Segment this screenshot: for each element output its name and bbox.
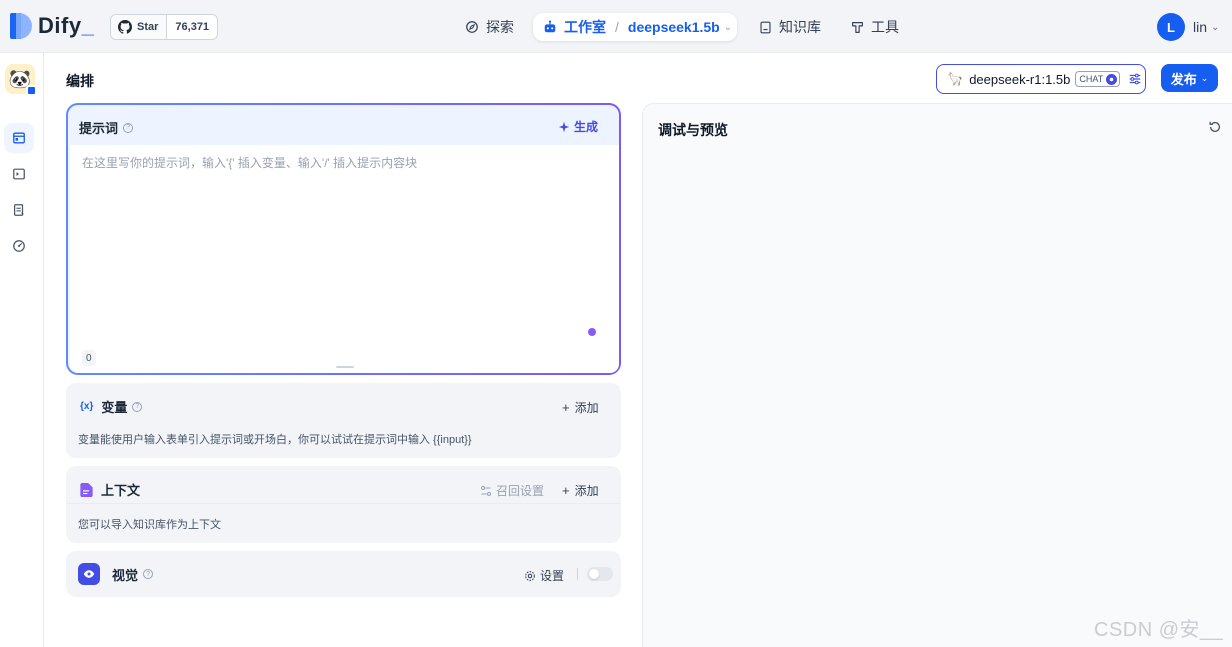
book-icon <box>760 21 771 33</box>
sidebar-item-logs[interactable] <box>4 195 34 225</box>
app-icon[interactable]: 🐼 <box>5 64 37 96</box>
vision-settings-button[interactable]: 设置 <box>524 567 564 584</box>
context-description: 您可以导入知识库作为上下文 <box>78 519 221 531</box>
vision-title: 视觉 <box>112 567 139 583</box>
model-selector[interactable]: 🦙 deepseek-r1:1.5b CHAT <box>936 64 1146 94</box>
help-icon[interactable]: ? <box>123 122 134 133</box>
brand-name: Dify_ <box>38 13 95 38</box>
page-title: 编排 <box>66 73 94 89</box>
nav-knowledge-label: 知识库 <box>779 19 821 35</box>
document-icon <box>80 482 93 497</box>
variable-icon: {x} <box>80 401 94 412</box>
breadcrumb-separator: / <box>615 19 619 35</box>
github-star-label: Star <box>137 21 159 33</box>
sidebar-item-orchestrate[interactable] <box>4 123 34 153</box>
vision-header: 视觉 ? <box>78 563 154 585</box>
nav-studio-label: 工作室 <box>564 19 606 35</box>
settings-flow-icon <box>481 485 491 496</box>
avatar[interactable]: L <box>1157 13 1185 41</box>
prompt-editor-card: 提示词 ? 生成 在这里写你的提示词，输入'{' 插入变量、输入'/' 插入提示… <box>66 103 621 375</box>
hammer-icon <box>852 21 863 33</box>
resize-handle[interactable] <box>336 366 354 368</box>
user-menu[interactable]: L lin ⌄ <box>1157 13 1219 41</box>
compass-icon <box>466 21 478 33</box>
prompt-editor-inner: 提示词 ? 生成 在这里写你的提示词，输入'{' 插入变量、输入'/' 插入提示… <box>68 105 619 373</box>
nav-explore-label: 探索 <box>486 19 514 35</box>
vision-toggle[interactable] <box>587 567 613 581</box>
terminal-icon <box>13 168 25 180</box>
github-star-button[interactable]: Star <box>111 15 168 39</box>
context-section: 上下文 召回设置 + 添加 您可以导入知识库作为上下文 <box>66 466 621 543</box>
divider <box>577 568 578 580</box>
github-icon <box>118 20 132 34</box>
top-bar: Dify_ Star 76,371 探索 工作室 / deepseek1.5b … <box>0 0 1232 52</box>
chevron-down-icon[interactable]: ⌄ <box>724 22 732 33</box>
generate-label: 生成 <box>574 120 599 134</box>
nav-knowledge[interactable]: 知识库 <box>759 13 821 41</box>
sliders-icon[interactable] <box>1128 72 1142 86</box>
help-icon[interactable]: ? <box>132 401 143 412</box>
prompt-header: 提示词 ? <box>79 118 134 137</box>
chatbot-badge-icon <box>26 85 37 96</box>
nav-explore[interactable]: 探索 <box>465 13 514 41</box>
model-name: deepseek-r1:1.5b <box>969 71 1071 87</box>
sidebar-item-monitoring[interactable] <box>4 231 34 261</box>
nav-studio[interactable]: 工作室 / deepseek1.5b ⌄ <box>533 13 737 41</box>
layout-icon <box>13 132 25 144</box>
nav-tools-label: 工具 <box>871 19 899 35</box>
model-provider-icon: 🦙 <box>947 71 964 86</box>
plus-icon: + <box>562 483 570 498</box>
gear-icon <box>525 570 535 581</box>
model-mode-badge: CHAT <box>1075 71 1121 87</box>
vision-eye-icon <box>1106 73 1118 85</box>
add-context-button[interactable]: + 添加 <box>562 482 599 499</box>
eye-icon <box>78 563 100 585</box>
char-count: 0 <box>82 350 96 366</box>
dashboard-icon <box>13 240 25 252</box>
current-app-name[interactable]: deepseek1.5b <box>628 19 720 35</box>
variables-section: {x} 变量 ? + 添加 变量能使用户输入表单引入提示词或开场白，你可以试试在… <box>66 383 621 458</box>
dify-logo[interactable]: Dify_ <box>10 13 94 39</box>
prompt-placeholder: 在这里写你的提示词，输入'{' 插入变量、输入'/' 插入提示内容块 <box>82 156 418 170</box>
divider <box>66 503 621 504</box>
prompt-title: 提示词 <box>79 121 119 136</box>
variables-header: {x} 变量 ? <box>80 397 143 416</box>
generate-prompt-button[interactable]: 生成 <box>558 118 598 135</box>
debug-preview-panel: 调试与预览 <box>642 103 1232 647</box>
nav-tools[interactable]: 工具 <box>851 13 899 41</box>
user-name: lin <box>1193 19 1208 35</box>
variables-description: 变量能使用户输入表单引入提示词或开场白，你可以试试在提示词中输入 {{input… <box>78 434 472 446</box>
context-title: 上下文 <box>101 483 141 498</box>
chevron-down-icon: ⌄ <box>1211 21 1220 33</box>
app-sidebar: 🐼 <box>0 53 44 647</box>
refresh-icon[interactable] <box>1208 120 1222 134</box>
add-variable-button[interactable]: + 添加 <box>562 399 599 416</box>
sparkle-icon <box>558 121 570 132</box>
github-star-count[interactable]: 76,371 <box>167 15 217 39</box>
publish-button[interactable]: 发布 ⌄ <box>1161 64 1218 92</box>
watermark: CSDN @安__ <box>1094 619 1224 641</box>
main-panel: 🐼 编排 🦙 deepseek-r1:1.5b CHAT 发布 ⌄ 提示词 ? … <box>0 52 1232 647</box>
github-star-widget[interactable]: Star 76,371 <box>110 14 219 40</box>
robot-icon <box>544 20 556 33</box>
plus-icon: + <box>562 400 570 415</box>
sidebar-item-api[interactable] <box>4 159 34 189</box>
preview-title: 调试与预览 <box>658 122 728 138</box>
recall-settings-button[interactable]: 召回设置 <box>480 482 544 499</box>
vision-section: 视觉 ? 设置 <box>66 551 621 597</box>
prompt-input[interactable]: 在这里写你的提示词，输入'{' 插入变量、输入'/' 插入提示内容块 0 <box>70 145 619 373</box>
help-icon[interactable]: ? <box>143 569 154 579</box>
variables-title: 变量 <box>101 400 128 415</box>
publish-label: 发布 <box>1170 71 1197 87</box>
status-dot <box>588 328 596 336</box>
chevron-down-icon: ⌄ <box>1200 72 1209 83</box>
dify-logo-icon <box>10 13 32 39</box>
file-list-icon <box>14 204 24 216</box>
context-header: 上下文 <box>80 480 140 499</box>
